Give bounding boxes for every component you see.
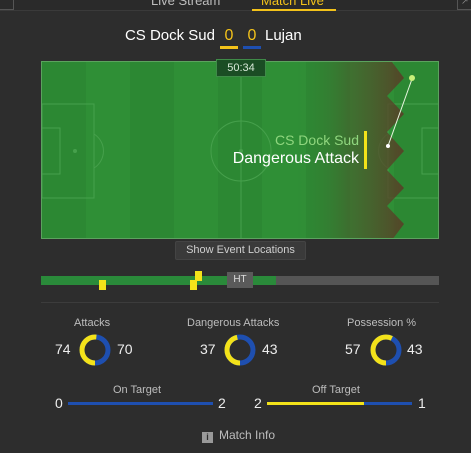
dangerous-home-value: 37 — [200, 341, 216, 357]
popout-icon[interactable]: ↗ — [457, 0, 471, 10]
match-info-button[interactable]: i Match Info — [202, 428, 275, 443]
bar-away-fill — [68, 402, 213, 405]
event-name: Dangerous Attack — [232, 150, 359, 167]
possession-donut — [370, 334, 402, 366]
on-target-bar — [68, 402, 213, 405]
dangerous-away-value: 43 — [262, 341, 278, 357]
bar-away-fill — [363, 402, 412, 405]
off-target-home-value: 2 — [254, 395, 262, 411]
pitch: CS Dock Sud Dangerous Attack — [41, 61, 439, 239]
event-marker[interactable] — [190, 280, 197, 290]
ball-position-icon — [409, 75, 415, 81]
match-timeline: HT — [41, 271, 439, 290]
away-score: 0 — [243, 25, 261, 49]
match-clock: 50:34 — [216, 59, 266, 77]
stat-label-possession: Possession % — [347, 317, 417, 329]
event-anchor-dot — [386, 144, 390, 148]
on-target-away-value: 2 — [218, 395, 226, 411]
event-team-color-bar — [364, 131, 367, 169]
stat-label-attacks: Attacks — [74, 317, 111, 329]
match-info-label: Match Info — [219, 428, 276, 442]
attacks-donut — [79, 334, 111, 366]
divider — [41, 302, 439, 303]
show-event-locations-button[interactable]: Show Event Locations — [175, 241, 306, 260]
possession-home-value: 57 — [345, 341, 361, 357]
home-score: 0 — [220, 25, 238, 49]
possession-away-value: 43 — [407, 341, 423, 357]
active-tab-indicator — [252, 9, 336, 11]
attacks-away-value: 70 — [117, 341, 133, 357]
tab-match-live[interactable]: Match Live — [261, 0, 324, 9]
scoreboard: CS Dock Sud 0 0 Lujan — [0, 25, 471, 49]
home-team-name: CS Dock Sud — [124, 27, 215, 44]
dangerous-attacks-donut — [224, 334, 256, 366]
stat-label-dangerous-attacks: Dangerous Attacks — [187, 317, 280, 329]
off-target-away-value: 1 — [418, 395, 426, 411]
tab-live-stream[interactable]: Live Stream — [151, 0, 220, 9]
on-target-label: On Target — [113, 384, 162, 396]
off-target-bar — [267, 402, 412, 405]
info-icon: i — [202, 432, 213, 443]
back-icon[interactable] — [0, 0, 14, 10]
event-marker[interactable] — [195, 271, 202, 281]
on-target-home-value: 0 — [55, 395, 63, 411]
event-team: CS Dock Sud — [274, 132, 359, 148]
event-marker[interactable] — [99, 280, 106, 290]
away-team-name: Lujan — [265, 27, 302, 44]
attacks-home-value: 74 — [55, 341, 71, 357]
bar-home-fill — [267, 402, 364, 405]
off-target-label: Off Target — [312, 384, 360, 396]
halftime-marker: HT — [227, 272, 253, 288]
top-tab-bar: Live Stream Match Live ↗ — [0, 0, 471, 11]
